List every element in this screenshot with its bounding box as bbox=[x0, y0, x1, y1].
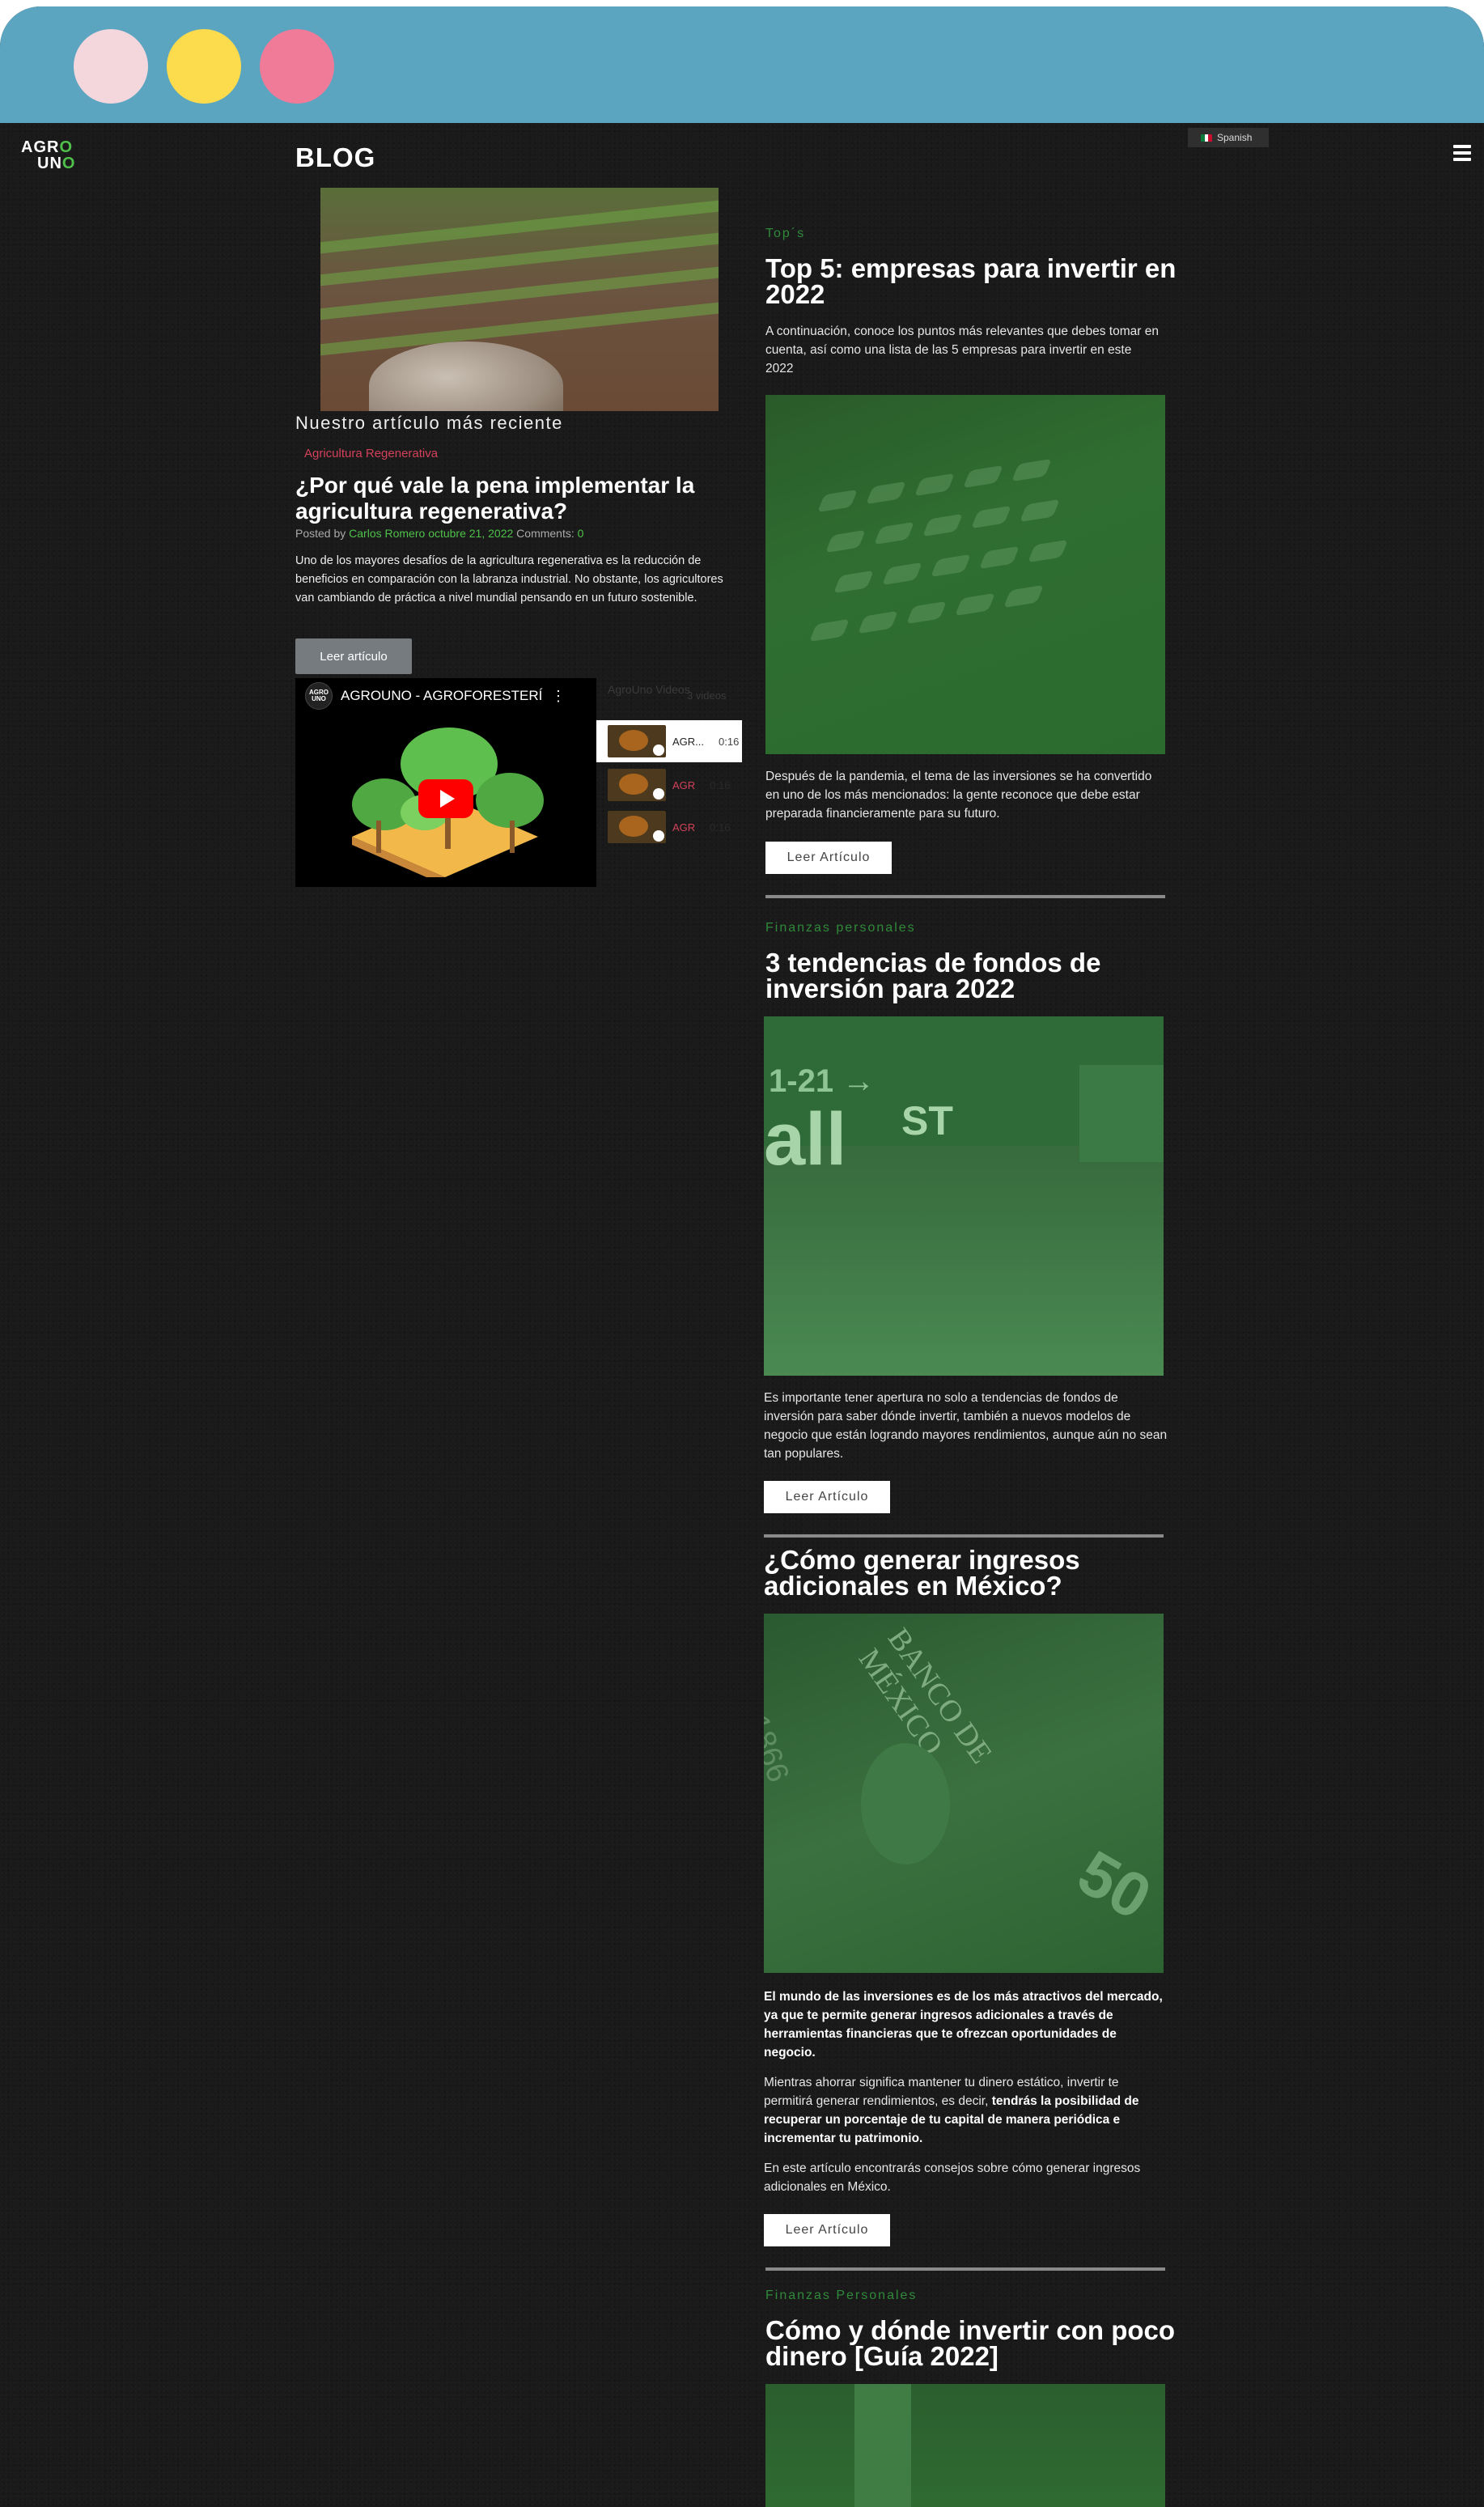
article-paragraph-1: El mundo de las inversiones es de los má… bbox=[764, 1990, 1163, 2059]
playlist-item-title: AGR... bbox=[672, 735, 705, 748]
site-logo[interactable]: AGRO UNO bbox=[21, 139, 86, 178]
hamburger-icon[interactable] bbox=[1453, 145, 1471, 161]
mexico-flag-icon bbox=[1201, 134, 1213, 142]
article-image[interactable] bbox=[765, 395, 1165, 754]
video-title[interactable]: AGROUNO - AGROFORESTERÍ... bbox=[341, 688, 543, 704]
article-image[interactable]: BANCO DE MÉXICO 1866 50 bbox=[764, 1614, 1164, 1973]
youtube-play-icon[interactable] bbox=[418, 779, 473, 818]
comments-label: Comments: bbox=[516, 527, 575, 540]
read-article-button[interactable]: Leer Artículo bbox=[764, 1481, 890, 1513]
article-paragraph: Mientras ahorrar significa mantener tu d… bbox=[764, 2073, 1168, 2148]
article-excerpt: Después de la pandemia, el tema de las i… bbox=[765, 770, 1152, 821]
featured-article-excerpt: Uno de los mayores desafíos de la agricu… bbox=[295, 554, 723, 604]
channel-avatar[interactable]: AGRO UNO bbox=[305, 682, 333, 710]
read-article-button[interactable]: Leer artículo bbox=[295, 638, 412, 674]
article-title[interactable]: 3 tendencias de fondos de inversión para… bbox=[765, 949, 1186, 1002]
article-title[interactable]: ¿Cómo generar ingresos adicionales en Mé… bbox=[764, 1546, 1185, 1599]
featured-article-image[interactable] bbox=[320, 188, 719, 411]
article-title[interactable]: Top 5: empresas para invertir en 2022 bbox=[765, 255, 1186, 308]
logo-line2: UNO bbox=[37, 155, 76, 172]
window-dot-yellow[interactable] bbox=[167, 29, 241, 104]
playlist-item[interactable]: AGR 0:16 bbox=[596, 806, 742, 848]
page-title: BLOG bbox=[295, 142, 376, 172]
read-article-button[interactable]: Leer Artículo bbox=[764, 2214, 890, 2246]
window-dot-pink[interactable] bbox=[74, 29, 148, 104]
browser-window: AGRO UNO BLOG Spanish Nuestro artículo m… bbox=[0, 6, 1484, 2507]
post-date[interactable]: octubre 21, 2022 bbox=[428, 527, 513, 540]
video-titlebar: AGRO UNO AGROUNO - AGROFORESTERÍ... ⋮ bbox=[295, 678, 596, 714]
article-category[interactable]: Finanzas Personales bbox=[765, 2289, 917, 2303]
playlist-item-duration: 0:16 bbox=[710, 821, 731, 834]
article-category[interactable]: Top´s bbox=[765, 227, 805, 241]
video-player[interactable]: AGRO UNO AGROUNO - AGROFORESTERÍ... ⋮ bbox=[295, 678, 596, 887]
author-link[interactable]: Carlos Romero bbox=[349, 527, 425, 540]
article-title[interactable]: Cómo y dónde invertir con poco dinero [G… bbox=[765, 2317, 1186, 2369]
featured-article-title[interactable]: ¿Por qué vale la pena implementar la agr… bbox=[295, 473, 748, 524]
read-article-button[interactable]: Leer Artículo bbox=[765, 842, 892, 874]
logo-line1: AGRO bbox=[21, 138, 74, 156]
article-intro: A continuación, conoce los puntos más re… bbox=[765, 325, 1159, 375]
playlist-count: 3 videos bbox=[687, 689, 727, 702]
playlist-item-duration: 0:16 bbox=[719, 735, 740, 748]
comments-count[interactable]: 0 bbox=[578, 527, 584, 540]
video-playlist: AgroUno Videos 3 videos AGR... 0:16 AGR … bbox=[596, 678, 742, 887]
article-image[interactable]: 1-21 → all ST bbox=[764, 1016, 1164, 1376]
article-category[interactable]: Finanzas personales bbox=[765, 921, 916, 935]
playlist-item[interactable]: AGR 0:16 bbox=[596, 764, 742, 806]
posted-by-label: Posted by bbox=[295, 527, 346, 540]
playlist-thumbnail bbox=[608, 769, 666, 801]
play-icon bbox=[653, 830, 664, 842]
more-options-icon[interactable]: ⋮ bbox=[551, 688, 566, 705]
featured-category-link[interactable]: Agricultura Regenerativa bbox=[304, 447, 438, 460]
page-content: AGRO UNO BLOG Spanish Nuestro artículo m… bbox=[0, 123, 1484, 2507]
playlist-item-title: AGR bbox=[672, 778, 696, 791]
featured-article-meta: Posted by Carlos Romero octubre 21, 2022… bbox=[295, 527, 583, 540]
divider bbox=[764, 1534, 1164, 1538]
playlist-thumbnail bbox=[608, 725, 666, 757]
playlist-title: AgroUno Videos bbox=[608, 683, 690, 696]
divider bbox=[765, 895, 1165, 898]
play-icon bbox=[653, 788, 664, 800]
window-dot-red[interactable] bbox=[260, 29, 334, 104]
recent-article-label: Nuestro artículo más reciente bbox=[295, 413, 563, 433]
language-selector[interactable]: Spanish bbox=[1188, 128, 1269, 147]
article-paragraph: El mundo de las inversiones es de los má… bbox=[764, 1987, 1168, 2062]
playlist-thumbnail bbox=[608, 811, 666, 843]
language-label: Spanish bbox=[1217, 132, 1253, 143]
article-paragraph: En este artículo encontrarás consejos so… bbox=[764, 2161, 1141, 2194]
article-excerpt: Es importante tener apertura no solo a t… bbox=[764, 1391, 1168, 1461]
play-icon bbox=[653, 744, 664, 756]
divider bbox=[765, 2267, 1165, 2271]
playlist-item-duration: 0:16 bbox=[710, 778, 731, 791]
playlist-item[interactable]: AGR... 0:16 bbox=[596, 720, 742, 762]
window-titlebar bbox=[0, 6, 1484, 123]
playlist-item-title: AGR bbox=[672, 821, 696, 834]
article-image[interactable] bbox=[765, 2384, 1165, 2507]
